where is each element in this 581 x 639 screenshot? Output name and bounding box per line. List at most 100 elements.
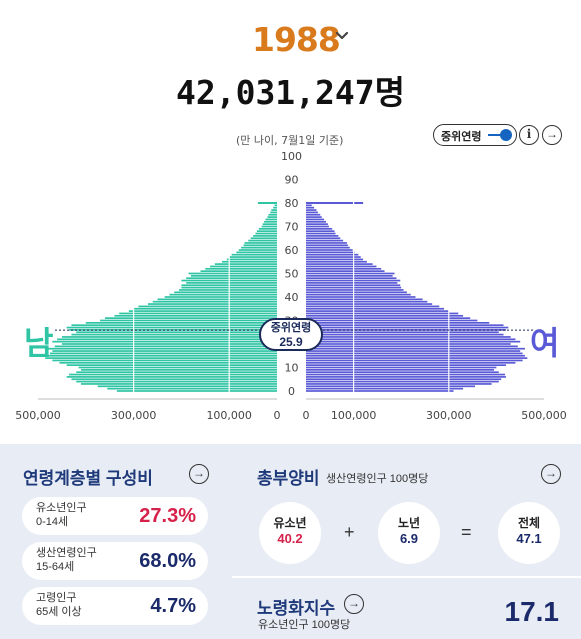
female-bar [306,298,423,301]
male-bar [256,230,277,233]
female-bar [306,373,505,376]
toggle-knob[interactable] [500,129,512,141]
male-bar [107,387,277,390]
age-tick-label: 80 [285,197,299,210]
male-bar [244,242,277,244]
female-bar [306,378,502,381]
female-bar [306,260,367,263]
age-tick-label: 50 [285,268,299,281]
chevron-down-icon[interactable] [334,28,350,44]
female-bar [306,289,404,291]
male-bar [61,343,278,345]
total-dependency-value: 47.1 [516,531,542,546]
population-pyramid-chart: 1009080706050403020100500,000300,000100,… [15,150,567,422]
dependency-arrow-icon[interactable]: → [541,464,561,484]
old-dependency-circle: 노년 6.9 [378,502,440,564]
age-tick-label: 10 [285,362,299,375]
male-bar [76,371,278,374]
male-bar [164,296,277,298]
female-bar [306,232,336,235]
female-bar [306,263,373,265]
female-bar [306,206,315,209]
male-bar [250,237,277,240]
arrow-right-icon[interactable]: → [542,125,562,145]
male-bar [186,277,277,280]
x-tick-label-left: 300,000 [111,409,157,422]
working-label-line2: 15-64세 [36,561,75,573]
total-dependency-circle: 전체 47.1 [498,502,560,564]
female-bar [306,300,428,303]
female-bar [306,277,397,280]
male-bar [81,369,278,371]
male-bar [76,331,278,334]
elderly-population-value: 4.7% [150,595,196,617]
female-bar [306,338,516,341]
female-bar [306,340,521,343]
male-bar [190,275,277,277]
male-bar [138,305,277,308]
female-bar [306,369,495,371]
male-bar [85,322,277,324]
male-bar [69,373,277,376]
male-bar [71,378,278,381]
female-bar [306,265,377,268]
male-bar [231,253,277,256]
median-age-toggle[interactable]: 중위연령 [433,124,517,146]
dependency-subtitle: 생산연령인구 100명당 [326,473,429,485]
female-bar [306,326,509,329]
male-bar [52,340,278,343]
aging-index-subtitle: 유소년인구 100명당 [258,619,351,631]
working-population-row: 생산연령인구 15-64세 68.0% [22,542,208,580]
male-bar [104,317,277,319]
old-dependency-value: 6.9 [399,531,419,546]
age-tick-label: 70 [285,221,299,234]
male-bar [262,223,277,225]
x-tick-label-right: 0 [303,409,310,422]
equals-sign: = [461,522,472,542]
female-bar [306,324,504,327]
male-bar [152,300,277,303]
male-bar [264,220,277,223]
x-tick-label-right: 300,000 [426,409,472,422]
total-dependency-label: 전체 [517,516,541,530]
median-age-badge: 중위연령 25.9 [259,318,323,351]
male-bar [226,258,277,261]
age-tick-label: 0 [288,385,295,398]
x-tick-label-left: 100,000 [206,409,252,422]
male-bar [61,336,278,338]
female-bar [306,390,454,392]
year-selector[interactable]: 1988 [0,20,581,64]
info-icon[interactable]: i [519,125,539,145]
male-bar [188,272,277,275]
male-bar [258,228,277,230]
female-bar [306,333,504,336]
female-bar [306,387,464,390]
male-bar [243,244,277,247]
aging-index-arrow-icon[interactable]: → [344,594,364,614]
female-bar [306,307,445,310]
youth-label-line1: 유소년인구 [36,502,87,514]
male-bar [147,303,277,305]
female-bar [306,319,478,322]
male-bar [179,289,277,291]
male-bar [261,225,277,228]
female-bar-80plus [306,202,364,204]
female-bar [306,242,347,244]
male-bar [255,232,277,235]
age-tick-label: 100 [281,150,302,163]
female-bar [306,385,475,388]
male-bar [200,270,277,272]
youth-label-line2: 0-14세 [36,516,69,528]
male-bar [267,216,277,218]
male-bar [253,235,277,237]
female-bar [306,218,325,221]
female-bar [306,211,318,214]
year-label[interactable]: 1988 [252,20,341,59]
male-bar [54,345,278,348]
composition-arrow-icon[interactable]: → [189,464,209,484]
female-bar [306,312,459,315]
female-bar [306,258,364,261]
male-bar [66,364,278,366]
male-bar [47,347,278,350]
male-label: 남 [24,325,54,361]
